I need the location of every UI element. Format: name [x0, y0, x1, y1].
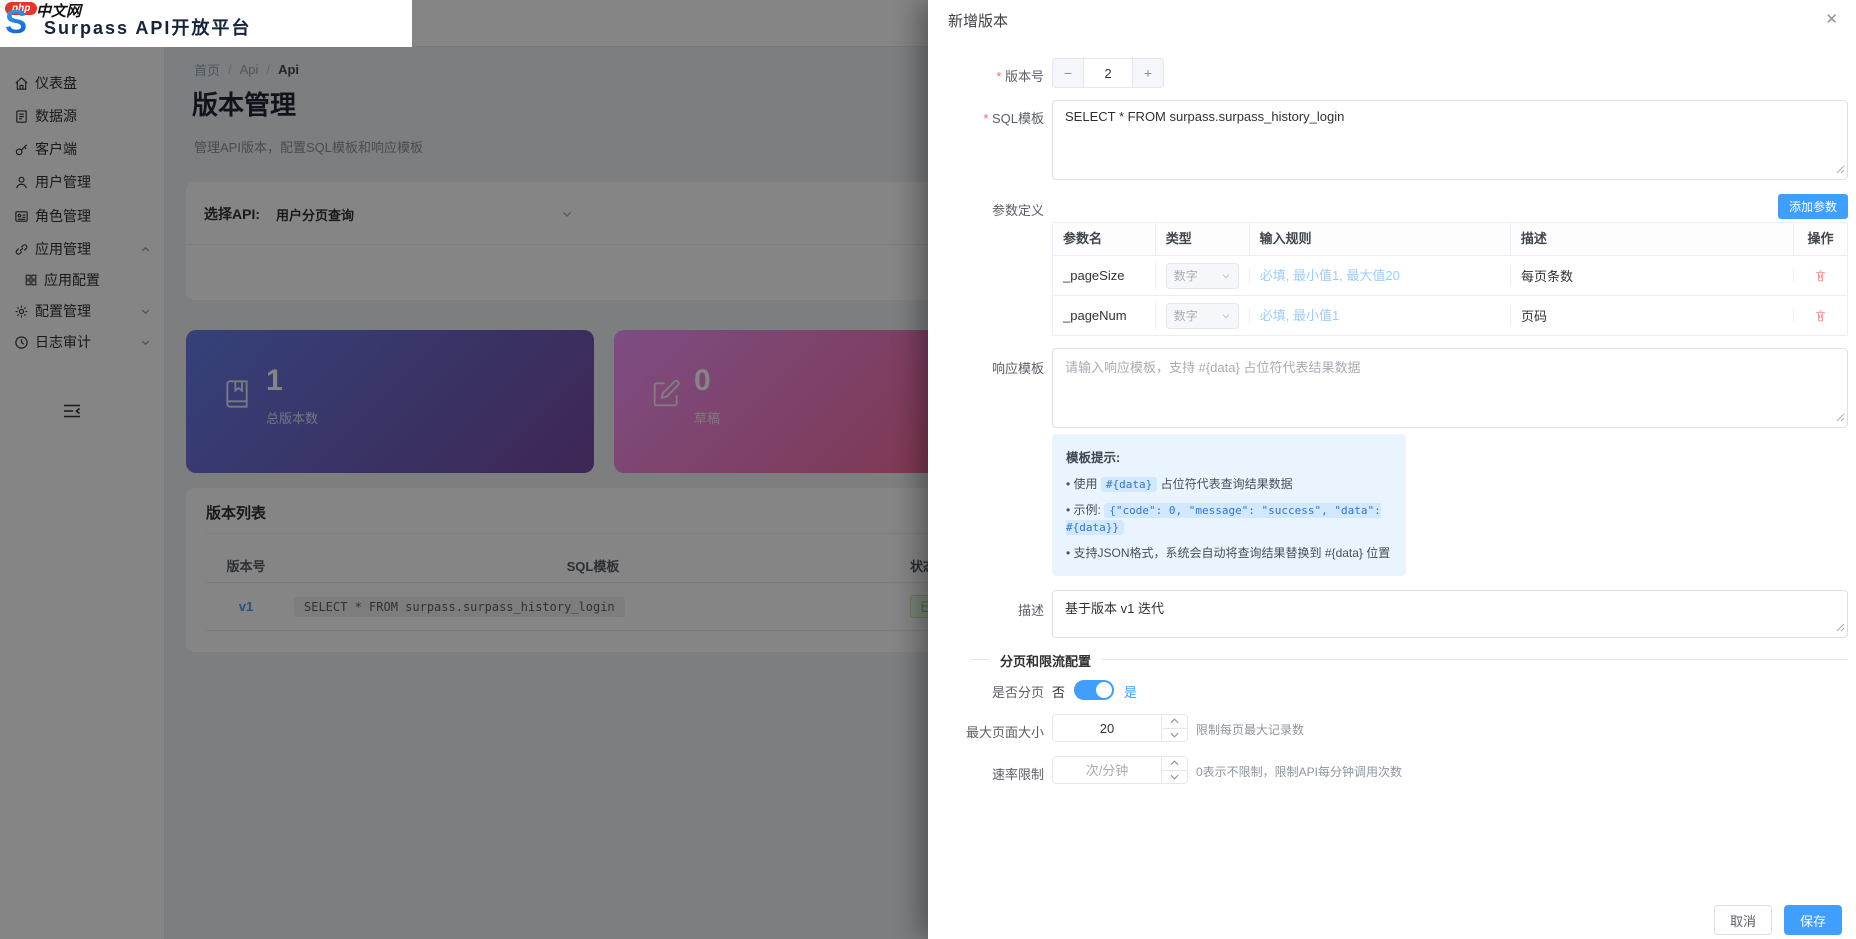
param-name: _pageNum [1053, 308, 1155, 323]
response-template-textarea[interactable] [1052, 348, 1848, 428]
param-col-desc: 描述 [1510, 223, 1793, 255]
decrease-button[interactable]: − [1053, 59, 1084, 87]
add-param-button[interactable]: 添加参数 [1778, 194, 1848, 219]
step-down-icon[interactable] [1162, 771, 1187, 784]
toggle-off-label: 否 [1052, 682, 1065, 701]
hint-title: 模板提示: [1066, 447, 1392, 466]
pagination-toggle[interactable] [1074, 680, 1114, 700]
params-header-row: 参数名 类型 输入规则 描述 操作 [1053, 223, 1847, 255]
cancel-button[interactable]: 取消 [1714, 905, 1772, 935]
chevron-down-icon [1221, 271, 1231, 281]
rate-limit-label: 速率限制 [928, 764, 1044, 783]
resize-grip-icon[interactable] [1836, 620, 1845, 635]
rate-limit-hint: 0表示不限制，限制API每分钟调用次数 [1196, 763, 1402, 780]
resize-grip-icon[interactable] [1836, 410, 1845, 425]
template-hint-box: 模板提示: • 使用 #{data} 占位符代表查询结果数据 • 示例: {"c… [1052, 434, 1406, 576]
toggle-on-label: 是 [1124, 682, 1137, 701]
resize-grip-icon[interactable] [1836, 162, 1845, 177]
drawer-title: 新增版本 [948, 10, 1008, 31]
hint-line-1: • 使用 #{data} 占位符代表查询结果数据 [1066, 476, 1392, 493]
max-page-size-label: 最大页面大小 [928, 722, 1044, 741]
param-name: _pageSize [1053, 268, 1155, 283]
param-row: _pageSize 数字 每页条数 [1053, 255, 1847, 295]
delete-icon[interactable] [1814, 309, 1827, 322]
param-desc[interactable]: 页码 [1510, 306, 1793, 325]
param-type-select[interactable]: 数字 [1166, 303, 1239, 329]
chevron-down-icon [1221, 311, 1231, 321]
param-type-select[interactable]: 数字 [1166, 263, 1239, 289]
save-button[interactable]: 保存 [1784, 905, 1842, 935]
pagination-label: 是否分页 [928, 682, 1044, 701]
code-chip: #{data} [1101, 477, 1157, 492]
delete-icon[interactable] [1814, 269, 1827, 282]
drawer-footer: 取消 保存 [1714, 905, 1842, 935]
description-field: 基于版本 v1 迭代 [1052, 590, 1848, 638]
max-page-size-input[interactable] [1053, 715, 1161, 741]
description-textarea[interactable]: 基于版本 v1 迭代 [1052, 590, 1848, 638]
description-label: 描述 [928, 600, 1044, 619]
rate-limit-field [1052, 756, 1188, 784]
hint-line-2: • 示例: {"code": 0, "message": "success", … [1066, 502, 1392, 536]
close-icon[interactable]: ✕ [1823, 8, 1840, 30]
param-col-name: 参数名 [1053, 223, 1155, 255]
param-rule-input[interactable] [1260, 268, 1500, 283]
increase-button[interactable]: + [1132, 59, 1163, 87]
params-table: 参数名 类型 输入规则 描述 操作 _pageSize 数字 每页条数 _pag… [1052, 222, 1848, 336]
code-chip: {"code": 0, "message": "success", "data"… [1066, 503, 1381, 535]
sql-template-label: SQL模板 [928, 108, 1044, 127]
section-title: 分页和限流配置 [990, 651, 1101, 670]
param-row: _pageNum 数字 页码 [1053, 295, 1847, 335]
step-down-icon[interactable] [1162, 729, 1187, 742]
response-template-field [1052, 348, 1848, 428]
max-page-size-field [1052, 714, 1188, 742]
number-stepper-controls [1161, 715, 1187, 741]
section-divider [970, 659, 1848, 660]
version-number-label: 版本号 [928, 66, 1044, 85]
step-up-icon[interactable] [1162, 757, 1187, 771]
logo-letter: S [5, 2, 27, 42]
number-stepper-controls [1161, 757, 1187, 783]
param-desc[interactable]: 每页条数 [1510, 266, 1793, 285]
step-up-icon[interactable] [1162, 715, 1187, 729]
param-rule-input[interactable] [1260, 308, 1500, 323]
version-number-input[interactable] [1084, 59, 1132, 87]
rate-limit-input[interactable] [1053, 757, 1161, 783]
params-label: 参数定义 [928, 200, 1044, 219]
app-logo: php 中文网 S Surpass API开放平台 [0, 0, 412, 47]
max-page-size-hint: 限制每页最大记录数 [1196, 721, 1304, 738]
app-root: 仪表盘 数据源 客户端 用户管理 角色管理 应用管理 应用配置 [0, 0, 1856, 939]
sql-template-textarea[interactable]: SELECT * FROM surpass.surpass_history_lo… [1052, 100, 1848, 180]
param-col-action: 操作 [1793, 223, 1847, 255]
sql-template-field: SELECT * FROM surpass.surpass_history_lo… [1052, 100, 1848, 180]
param-col-type: 类型 [1155, 223, 1249, 255]
app-title: Surpass API开放平台 [44, 14, 251, 40]
param-col-rule: 输入规则 [1249, 223, 1510, 255]
version-number-stepper: − + [1052, 58, 1164, 88]
response-template-label: 响应模板 [928, 358, 1044, 377]
toggle-knob [1096, 682, 1112, 698]
add-version-drawer: 新增版本 ✕ 版本号 − + SQL模板 SELECT * FROM surpa… [928, 0, 1856, 939]
hint-line-3: • 支持JSON格式，系统会自动将查询结果替换到 #{data} 位置 [1066, 545, 1392, 561]
